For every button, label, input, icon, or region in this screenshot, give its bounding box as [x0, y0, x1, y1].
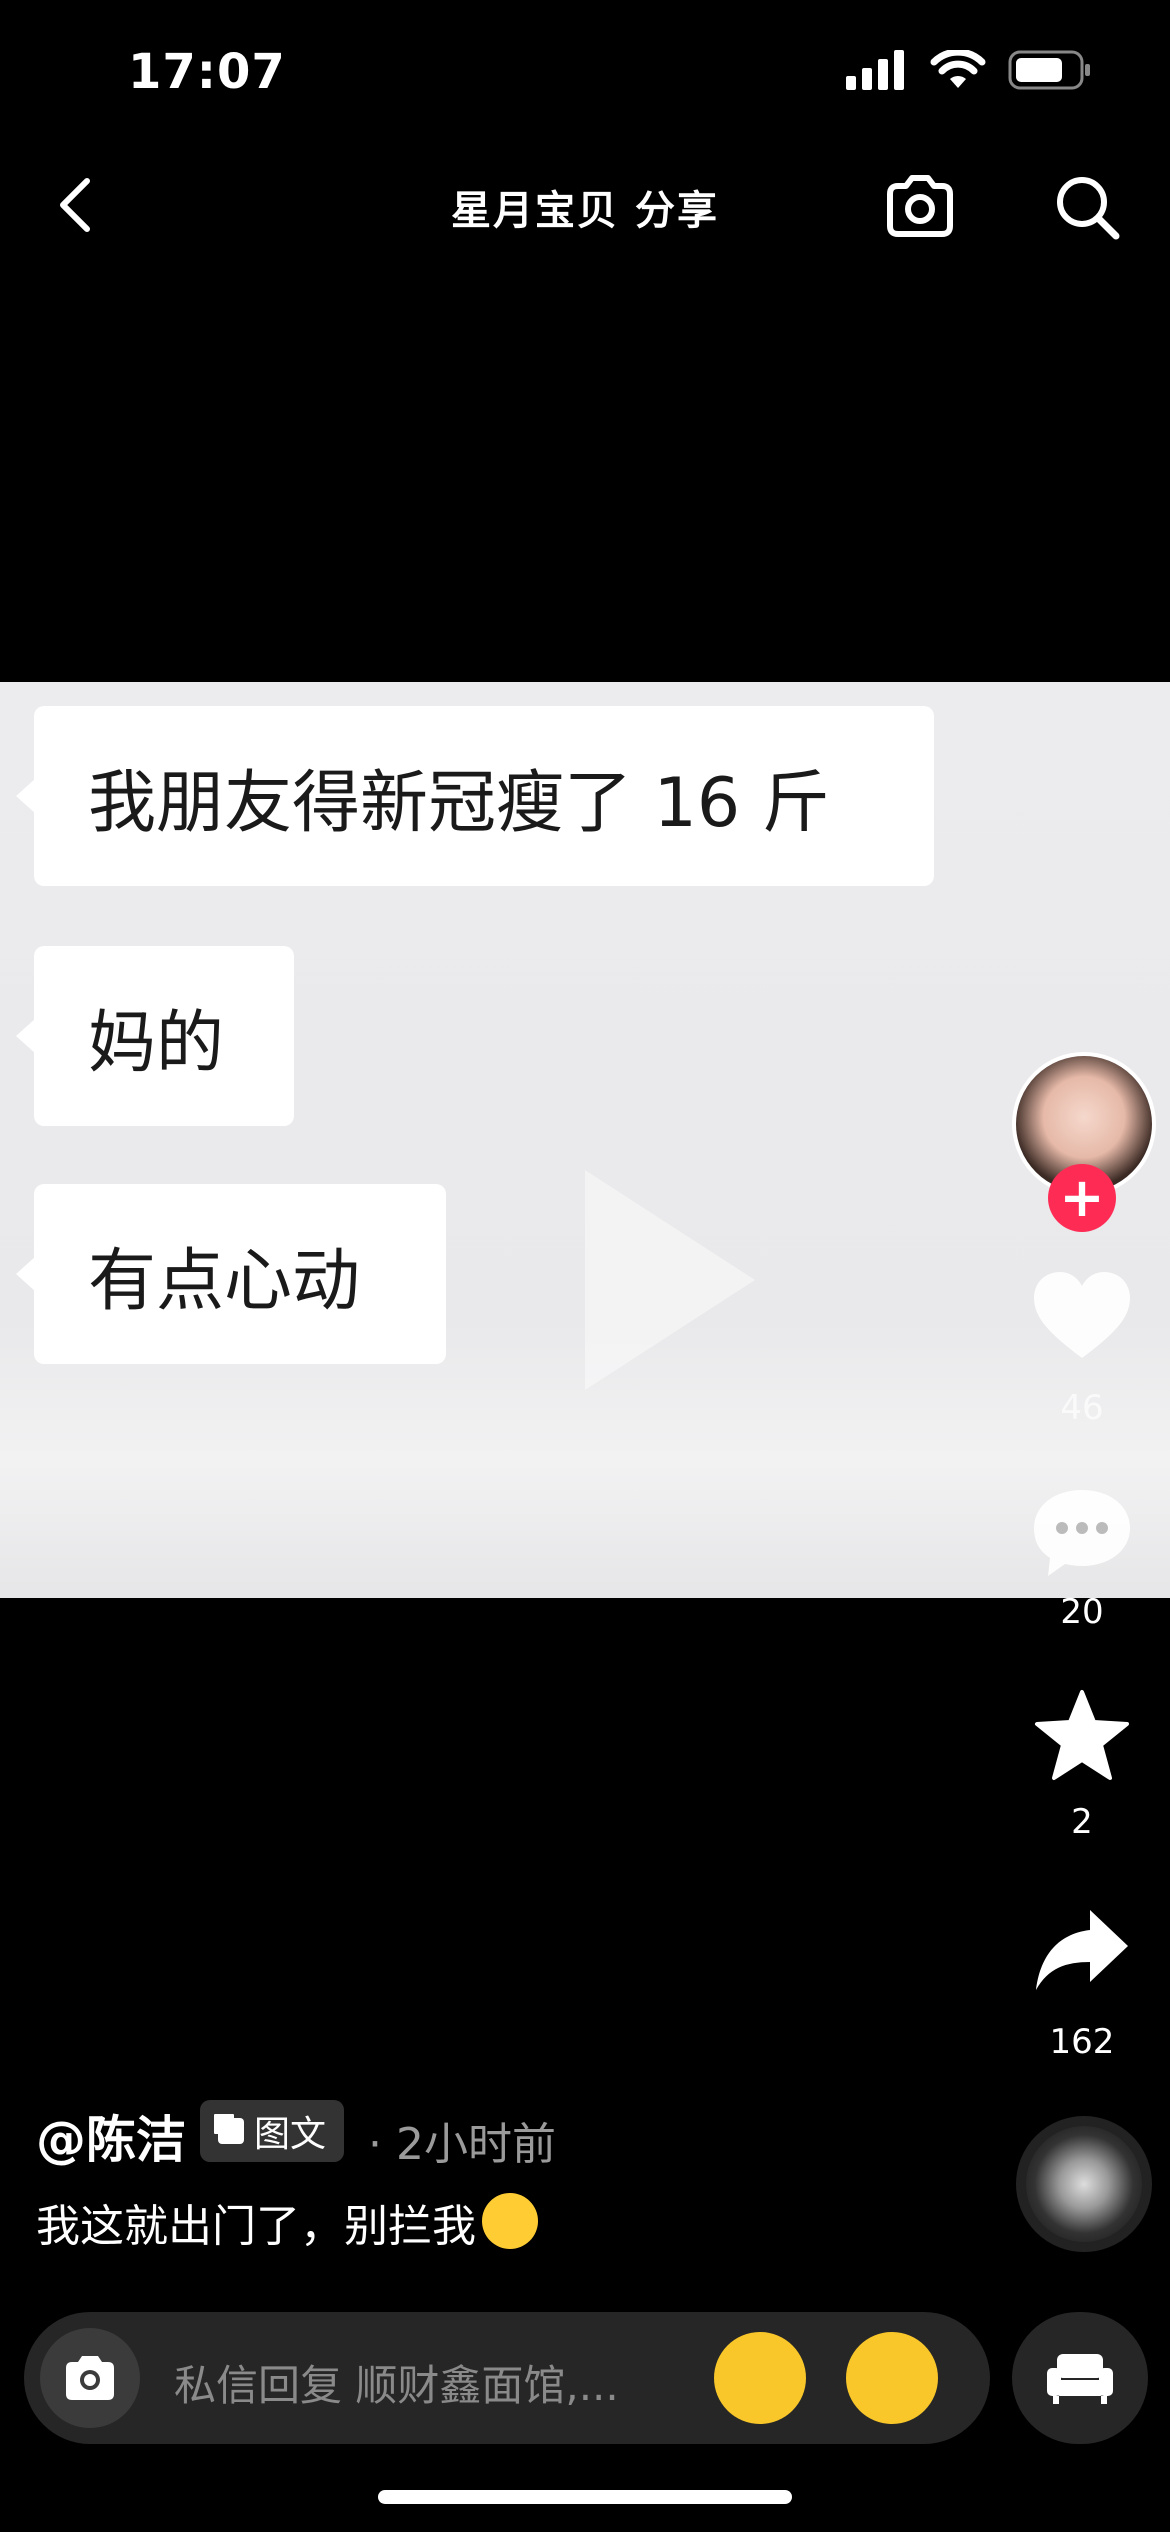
reply-input-bar[interactable]: 私信回复 顺财鑫面馆,...	[24, 2312, 990, 2444]
sofa-button[interactable]	[1012, 2312, 1148, 2444]
home-indicator	[378, 2490, 792, 2504]
heart-icon	[1034, 1272, 1130, 1358]
shy-smile-emoji-icon[interactable]	[846, 2332, 938, 2424]
chat-bubble: 有点心动	[16, 1184, 446, 1364]
caption-text: 我这就出门了，别拦我	[36, 2201, 476, 2252]
search-icon	[1057, 177, 1120, 240]
laughing-emoji-icon	[482, 2193, 538, 2249]
chat-bubble: 妈的	[16, 946, 294, 1126]
camera-button[interactable]	[880, 168, 960, 248]
sofa-icon	[1047, 2354, 1113, 2404]
chat-bubble: 我朋友得新冠瘦了 16 斤	[16, 706, 934, 886]
share-button[interactable]	[1030, 1906, 1134, 1994]
like-count: 46	[1060, 1388, 1104, 1428]
camera-icon	[66, 2356, 114, 2400]
status-time: 17:07	[128, 44, 286, 100]
share-icon	[1036, 1910, 1128, 1990]
star-icon	[1035, 1690, 1129, 1780]
follow-button[interactable]: +	[1048, 1164, 1116, 1232]
chat-message: 妈的	[88, 1003, 225, 1083]
header-title: 星月宝贝 分享	[451, 188, 719, 234]
image-post-icon	[218, 2118, 244, 2144]
post-caption: 我这就出门了，别拦我	[36, 2190, 538, 2254]
reply-input-placeholder[interactable]: 私信回复 顺财鑫面馆,...	[174, 2352, 619, 2413]
play-icon	[585, 1170, 755, 1390]
battery-icon	[1008, 50, 1090, 90]
comment-icon	[1034, 1490, 1130, 1576]
post-image[interactable]: 我朋友得新冠瘦了 16 斤 妈的 有点心动	[0, 682, 1170, 1598]
favorite-count: 2	[1071, 1802, 1093, 1842]
like-button[interactable]	[1030, 1268, 1134, 1364]
chat-message: 我朋友得新冠瘦了 16 斤	[88, 763, 830, 843]
rofl-emoji-icon[interactable]	[714, 2332, 806, 2424]
post-type-tag: 图文	[200, 2100, 345, 2162]
share-count: 162	[1049, 2022, 1115, 2062]
post-time: · 2小时前	[368, 2119, 556, 2170]
comment-button[interactable]	[1030, 1484, 1134, 1580]
post-type-label: 图文	[254, 2114, 327, 2155]
camera-icon	[887, 175, 953, 237]
cellular-signal-icon	[846, 50, 904, 90]
comment-count: 20	[1060, 1592, 1104, 1632]
music-disc[interactable]	[1016, 2116, 1152, 2252]
chat-message: 有点心动	[88, 1241, 361, 1321]
status-icons	[846, 50, 1092, 90]
favorite-button[interactable]	[1030, 1688, 1134, 1784]
search-button[interactable]	[1048, 168, 1128, 248]
wifi-icon	[930, 50, 986, 88]
input-camera-button[interactable]	[40, 2328, 140, 2428]
author-name[interactable]: @陈洁	[36, 2100, 186, 2172]
